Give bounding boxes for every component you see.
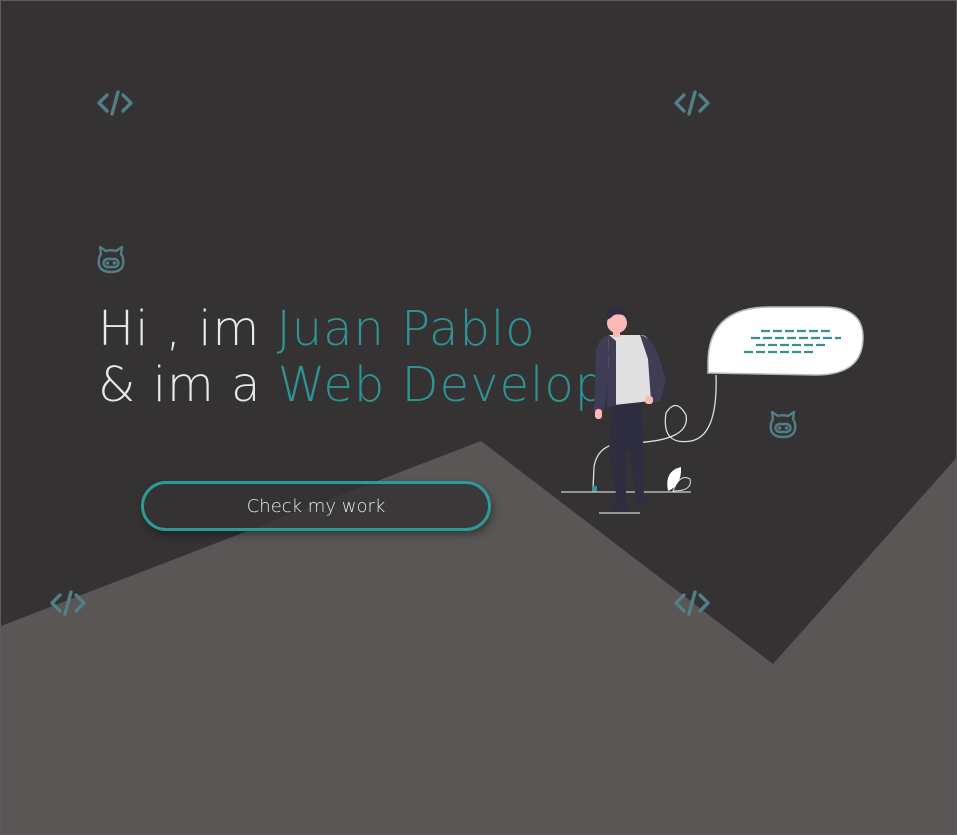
check-my-work-button[interactable]: Check my work bbox=[141, 481, 491, 531]
code-brackets-icon bbox=[674, 90, 710, 116]
hero-role-prefix: & im a bbox=[98, 357, 278, 413]
code-brackets-icon bbox=[97, 90, 133, 116]
code-brackets-icon bbox=[50, 590, 86, 616]
hero-name: Juan Pablo bbox=[276, 301, 536, 357]
code-brackets-icon bbox=[674, 590, 710, 616]
hero-section: Hi , im Juan Pablo & im a Web Developer C… bbox=[0, 0, 957, 835]
developer-illustration bbox=[561, 306, 864, 514]
hero-greeting: Hi , im bbox=[98, 301, 277, 357]
github-octocat-icon bbox=[97, 245, 125, 274]
